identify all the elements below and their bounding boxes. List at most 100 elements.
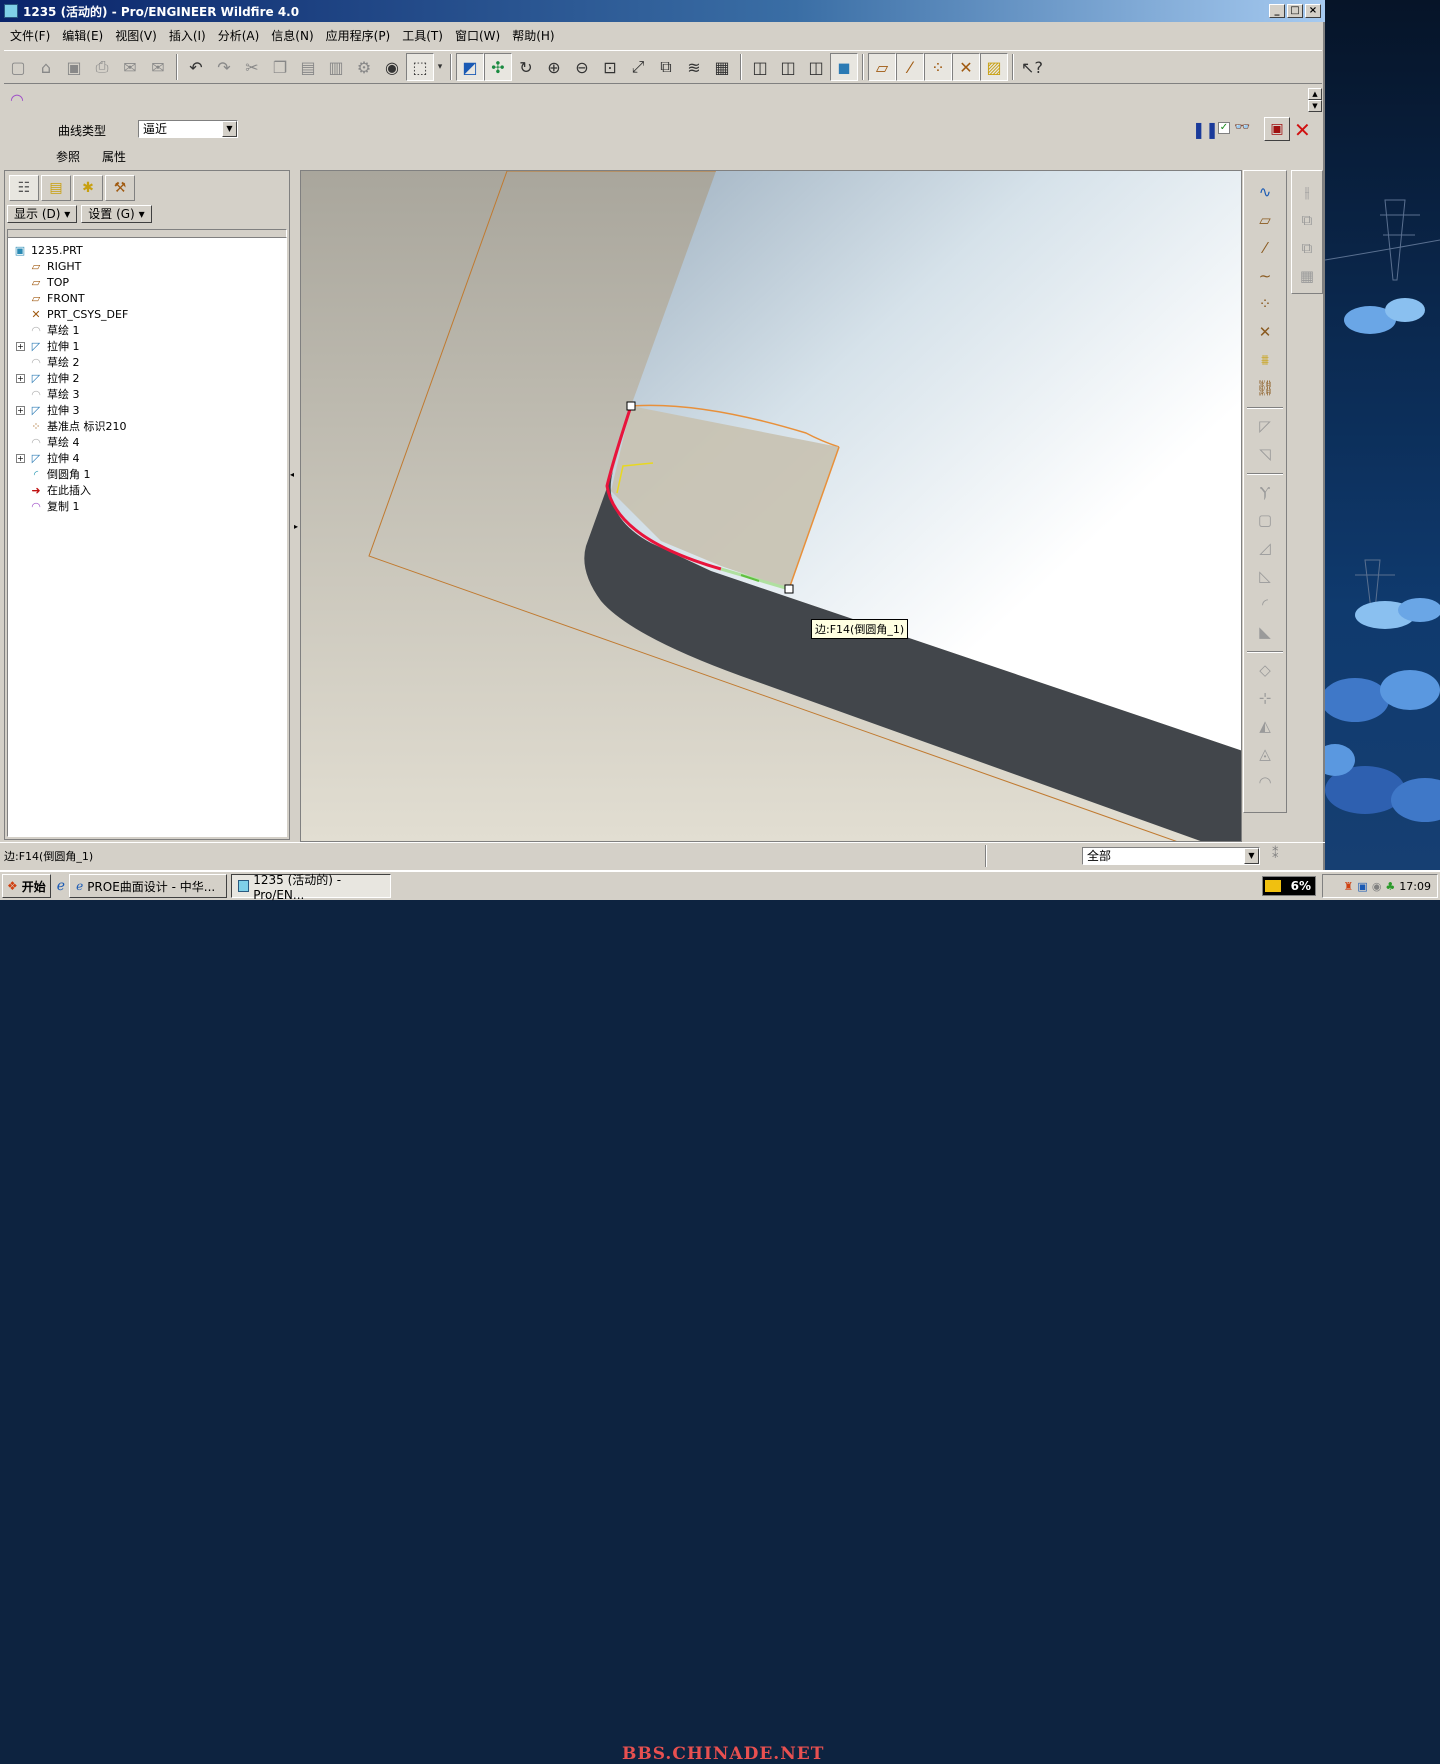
open-file-icon[interactable]: ⌂ [32,53,60,81]
copy-icon[interactable]: ❐ [266,53,294,81]
paste-icon[interactable]: ▤ [294,53,322,81]
tree-node[interactable]: ◠ 草绘 4 [8,434,286,450]
style-tool-icon[interactable]: ◭ [1251,713,1279,739]
scroll-up-icon[interactable]: ▲ [1308,88,1322,100]
maximize-button[interactable]: □ [1287,4,1303,18]
tree-node[interactable]: ✕ PRT_CSYS_DEF [8,306,286,322]
clock[interactable]: 17:09 [1399,880,1431,893]
menu-tools[interactable]: 工具(T) [396,27,449,44]
no-hidden-icon[interactable]: ◫ [802,53,830,81]
menu-applications[interactable]: 应用程序(P) [320,27,397,44]
curve-type-select[interactable]: 逼近 ▼ [138,120,238,138]
task-proe[interactable]: 1235 (活动的) - Pro/EN... [231,873,392,902]
sweep-tool-icon[interactable]: ◇ [1251,657,1279,683]
menu-insert[interactable]: 插入(I) [163,27,212,44]
chamfer-tool-icon[interactable]: ◣ [1251,619,1279,645]
menu-file[interactable]: 文件(F) [4,27,56,44]
trim-tool-icon[interactable]: ⧉ [1293,235,1321,261]
expand-right-icon[interactable]: ▸ [294,522,298,531]
close-button[interactable]: × [1305,4,1321,18]
tree-node[interactable]: + ◸ 拉伸 3 [8,402,286,418]
fill-surface-icon[interactable]: ◠ [1251,769,1279,795]
mail-attach-icon[interactable]: ✉ [144,53,172,81]
tree-node[interactable]: ⁘ 基准点 标识210 [8,418,286,434]
minimize-button[interactable]: _ [1269,4,1285,18]
cut-icon[interactable]: ✂ [238,53,266,81]
model-tree-tab-icon[interactable]: ☷ [9,175,39,201]
menu-view[interactable]: 视图(V) [109,27,163,44]
reorient-icon[interactable]: ⤢ [624,53,652,81]
expand-toggle[interactable]: + [16,405,25,415]
hole-tool-icon[interactable]: Ⲩ [1251,479,1279,505]
shading-icon[interactable]: ◼ [830,53,858,81]
hidden-line-icon[interactable]: ◫ [774,53,802,81]
chevron-down-icon[interactable]: ▼ [1244,848,1259,864]
tree-node[interactable]: ▱ RIGHT [8,258,286,274]
tree-node[interactable]: ◠ 草绘 1 [8,322,286,338]
menu-edit[interactable]: 编辑(E) [56,27,109,44]
start-button[interactable]: ❖ 开始 [2,874,51,898]
redo-icon[interactable]: ↷ [210,53,238,81]
find-icon[interactable]: ◉ [378,53,406,81]
spin-center-icon[interactable]: ✣ [484,53,512,81]
end-point-handle[interactable] [784,584,794,594]
round-tool-icon[interactable]: ◜ [1251,591,1279,617]
chevron-down-icon[interactable]: ▼ [222,121,237,137]
datum-curve-icon[interactable]: ∼ [1251,263,1279,289]
zoom-in-icon[interactable]: ⊕ [540,53,568,81]
datum-point-icon[interactable]: ⁘ [1251,291,1279,317]
tree-node[interactable]: ▱ FRONT [8,290,286,306]
print-icon[interactable]: ⎙ [88,53,116,81]
scroll-down-icon[interactable]: ▼ [1308,100,1322,112]
refit-icon[interactable]: ⊡ [596,53,624,81]
selection-box-icon[interactable]: ⬚ [406,53,434,81]
pause-icon[interactable]: ❚❚ [1192,120,1219,139]
tree-node[interactable]: ◠ 复制 1 [8,498,286,514]
pattern-tool-icon[interactable]: ▦ [1293,263,1321,289]
title-bar[interactable]: 1235 (活动的) - Pro/ENGINEER Wildfire 4.0 _… [0,0,1325,22]
regenerate-icon[interactable]: ⚙ [350,53,378,81]
expand-toggle[interactable]: + [16,373,25,383]
security-icon[interactable]: ◉ [1372,880,1382,893]
save-icon[interactable]: ▣ [60,53,88,81]
saved-views-icon[interactable]: ⧉ [652,53,680,81]
tray-app-icon[interactable]: ♣ [1385,880,1395,893]
datum-points-toggle-icon[interactable]: ⁘ [924,53,952,81]
chain-icon[interactable]: ⛓ [1251,375,1279,401]
annotation-toggle-icon[interactable]: ▨ [980,53,1008,81]
expand-toggle[interactable]: + [16,341,25,351]
context-help-icon[interactable]: ↖? [1018,53,1046,81]
menu-window[interactable]: 窗口(W) [449,27,506,44]
tree-node[interactable]: ◠ 草绘 2 [8,354,286,370]
show-menu-button[interactable]: 显示 (D) ▾ [7,205,78,223]
wireframe-icon[interactable]: ◫ [746,53,774,81]
task-browser[interactable]: ℯ PROE曲面设计 - 中华... [69,874,228,898]
paste-special-icon[interactable]: ▥ [322,53,350,81]
new-file-icon[interactable]: ▢ [4,53,32,81]
datum-plane-icon[interactable]: ▱ [1251,207,1279,233]
menu-analysis[interactable]: 分析(A) [212,27,266,44]
panel-splitter[interactable]: ◂ ▸ [290,170,300,840]
selection-filter-select[interactable]: 全部 ▼ [1082,847,1260,865]
analysis-feature-icon[interactable]: ⩩ [1251,347,1279,373]
checkbox-preview-icon[interactable]: ✓ [1218,122,1230,134]
datum-axes-toggle-icon[interactable]: ⁄ [896,53,924,81]
zoom-out-icon[interactable]: ⊖ [568,53,596,81]
tree-node[interactable]: ◜ 倒圆角 1 [8,466,286,482]
tree-node[interactable]: ▣ 1235.PRT [8,242,286,258]
send-mail-icon[interactable]: ✉ [116,53,144,81]
tree-node[interactable]: ➜ 在此插入 [8,482,286,498]
connections-tab-icon[interactable]: ⚒ [105,175,135,201]
selection-dropdown-icon[interactable]: ▾ [434,53,446,81]
tree-node[interactable]: ◠ 草绘 3 [8,386,286,402]
extrude-tool-icon[interactable]: ◸ [1251,413,1279,439]
merge-tool-icon[interactable]: ⧉ [1293,207,1321,233]
rib-tool-icon[interactable]: ◿ [1251,535,1279,561]
tree-node[interactable]: + ◸ 拉伸 2 [8,370,286,386]
cancel-x-icon[interactable]: ✕ [1294,118,1311,142]
shell-tool-icon[interactable]: ▢ [1251,507,1279,533]
graphics-window[interactable] [300,170,1242,842]
repaint-icon[interactable]: ↻ [512,53,540,81]
boundary-blend-icon[interactable]: ◬ [1251,741,1279,767]
mirror-tool-icon[interactable]: ⫲ [1293,179,1321,205]
